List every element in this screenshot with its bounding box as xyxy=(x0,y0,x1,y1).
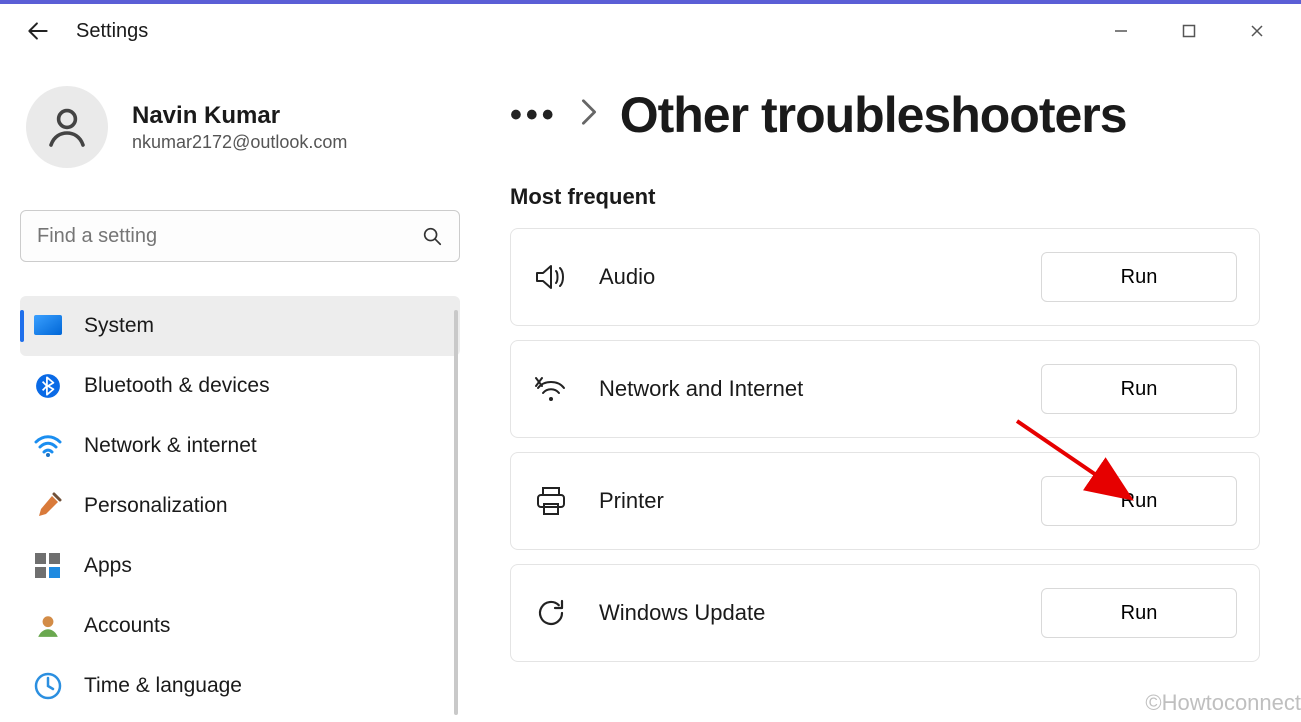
titlebar: Settings xyxy=(0,4,1301,58)
sidebar-item-label: Personalization xyxy=(84,494,228,518)
breadcrumb-overflow-icon[interactable]: ••• xyxy=(510,96,558,135)
search-icon xyxy=(421,225,443,247)
nav-list: System Bluetooth & devices Network & int… xyxy=(20,296,460,716)
wifi-icon xyxy=(34,432,62,460)
sidebar-item-time-language[interactable]: Time & language xyxy=(20,656,460,716)
run-button-windows-update[interactable]: Run xyxy=(1041,588,1237,638)
watermark-text: ©Howtoconnect xyxy=(1145,690,1301,716)
sidebar-item-personalization[interactable]: Personalization xyxy=(20,476,460,536)
main-content: ••• Other troubleshooters Most frequent … xyxy=(470,58,1301,716)
search-box[interactable] xyxy=(20,210,460,262)
chevron-right-icon xyxy=(580,98,598,132)
app-title: Settings xyxy=(76,20,148,43)
minimize-icon xyxy=(1114,24,1128,38)
audio-icon xyxy=(533,259,569,295)
profile-email: nkumar2172@outlook.com xyxy=(132,132,347,153)
apps-icon xyxy=(34,552,62,580)
sidebar-item-label: Accounts xyxy=(84,614,170,638)
sidebar-item-label: Network & internet xyxy=(84,434,257,458)
troubleshooter-label: Printer xyxy=(599,488,1011,514)
window-controls xyxy=(1105,15,1283,47)
sidebar-item-bluetooth[interactable]: Bluetooth & devices xyxy=(20,356,460,416)
profile-name: Navin Kumar xyxy=(132,102,347,130)
troubleshooter-card-printer: Printer Run xyxy=(510,452,1260,550)
minimize-button[interactable] xyxy=(1105,15,1137,47)
sidebar-item-network[interactable]: Network & internet xyxy=(20,416,460,476)
troubleshooter-card-windows-update: Windows Update Run xyxy=(510,564,1260,662)
page-title: Other troubleshooters xyxy=(620,86,1127,144)
sidebar-item-label: Time & language xyxy=(84,674,242,698)
troubleshooter-label: Windows Update xyxy=(599,600,1011,626)
sidebar-item-accounts[interactable]: Accounts xyxy=(20,596,460,656)
network-icon xyxy=(533,371,569,407)
troubleshooter-card-audio: Audio Run xyxy=(510,228,1260,326)
profile-block[interactable]: Navin Kumar nkumar2172@outlook.com xyxy=(20,76,460,192)
paintbrush-icon xyxy=(34,492,62,520)
maximize-icon xyxy=(1182,24,1196,38)
accounts-icon xyxy=(34,612,62,640)
person-icon xyxy=(43,103,91,151)
troubleshooter-list: Audio Run Network and Internet Run Print… xyxy=(510,228,1271,662)
sidebar-item-label: Bluetooth & devices xyxy=(84,374,270,398)
close-button[interactable] xyxy=(1241,15,1273,47)
bluetooth-icon xyxy=(34,372,62,400)
run-button-audio[interactable]: Run xyxy=(1041,252,1237,302)
troubleshooter-label: Network and Internet xyxy=(599,376,1011,402)
troubleshooter-card-network: Network and Internet Run xyxy=(510,340,1260,438)
close-icon xyxy=(1250,24,1264,38)
sidebar-item-label: System xyxy=(84,314,154,338)
system-icon xyxy=(34,312,62,340)
sidebar-scrollbar[interactable] xyxy=(454,310,458,715)
update-icon xyxy=(533,595,569,631)
search-input[interactable] xyxy=(37,225,421,248)
sidebar-item-apps[interactable]: Apps xyxy=(20,536,460,596)
avatar xyxy=(26,86,108,168)
back-arrow-icon xyxy=(25,18,51,44)
maximize-button[interactable] xyxy=(1173,15,1205,47)
breadcrumb: ••• Other troubleshooters xyxy=(510,86,1271,144)
run-button-printer[interactable]: Run xyxy=(1041,476,1237,526)
run-button-network[interactable]: Run xyxy=(1041,364,1237,414)
section-heading-most-frequent: Most frequent xyxy=(510,184,1271,210)
sidebar-item-label: Apps xyxy=(84,554,132,578)
sidebar: Navin Kumar nkumar2172@outlook.com Syste… xyxy=(0,58,470,716)
printer-icon xyxy=(533,483,569,519)
sidebar-item-system[interactable]: System xyxy=(20,296,460,356)
clock-globe-icon xyxy=(34,672,62,700)
back-button[interactable] xyxy=(18,11,58,51)
troubleshooter-label: Audio xyxy=(599,264,1011,290)
